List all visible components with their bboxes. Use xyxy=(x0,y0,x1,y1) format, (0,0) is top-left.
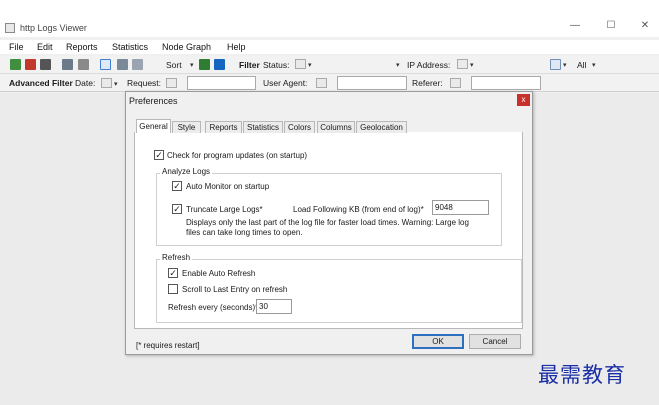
truncate-logs-checkbox[interactable]: ✓ xyxy=(172,204,182,214)
sort-dropdown-icon[interactable]: ▾ xyxy=(190,61,194,69)
close-log-icon[interactable] xyxy=(25,59,36,70)
status-filter-dropdown[interactable] xyxy=(295,59,306,69)
sort-ascending-icon[interactable] xyxy=(199,59,210,70)
date-filter-dropdown[interactable] xyxy=(101,78,112,88)
request-filter-input[interactable] xyxy=(187,76,256,90)
window-title: http Logs Viewer xyxy=(20,23,87,33)
menu-file[interactable]: File xyxy=(9,42,24,52)
scroll-last-entry-checkbox[interactable] xyxy=(168,284,178,294)
requires-restart-note: [* requires restart] xyxy=(136,341,200,350)
status-label: Status: xyxy=(263,60,290,70)
ok-button[interactable]: OK xyxy=(412,334,464,349)
menu-statistics[interactable]: Statistics xyxy=(112,42,148,52)
layout-chevron-icon[interactable]: ▾ xyxy=(563,61,567,69)
user-agent-filter-dropdown[interactable] xyxy=(316,78,327,88)
request-label: Request: xyxy=(127,78,162,88)
tab-columns[interactable]: Columns xyxy=(317,121,355,133)
tab-general[interactable]: General xyxy=(136,119,171,133)
window-close-button[interactable]: ✕ xyxy=(638,20,652,32)
tab-statistics[interactable]: Statistics xyxy=(243,121,283,133)
scroll-last-entry-label: Scroll to Last Entry on refresh xyxy=(182,285,288,294)
date-chevron-icon[interactable]: ▾ xyxy=(114,80,118,88)
maximize-button[interactable]: ☐ xyxy=(604,20,618,32)
truncate-note-line-1: Displays only the last part of the log f… xyxy=(186,218,469,227)
check-updates-label: Check for program updates (on startup) xyxy=(167,151,308,160)
sort-descending-icon[interactable] xyxy=(214,59,225,70)
menu-node-graph[interactable]: Node Graph xyxy=(162,42,211,52)
refresh-every-input[interactable]: 30 xyxy=(256,299,292,314)
referer-label: Referer: xyxy=(412,78,443,88)
enable-auto-refresh-checkbox[interactable]: ✓ xyxy=(168,268,178,278)
referer-filter-input[interactable] xyxy=(471,76,541,90)
export-icon[interactable] xyxy=(40,59,51,70)
title-bar xyxy=(0,0,659,37)
document-icon[interactable] xyxy=(132,59,143,70)
tab-reports[interactable]: Reports xyxy=(205,121,242,133)
advanced-filter-bar xyxy=(0,75,659,92)
refresh-icon[interactable] xyxy=(100,59,111,70)
truncate-logs-label: Truncate Large Logs* xyxy=(186,205,263,214)
status-value-chevron-icon[interactable]: ▾ xyxy=(396,61,400,69)
dialog-close-icon[interactable]: x xyxy=(517,94,530,106)
user-agent-filter-input[interactable] xyxy=(337,76,407,90)
menu-reports[interactable]: Reports xyxy=(66,42,98,52)
load-following-input[interactable]: 9048 xyxy=(432,200,489,215)
filter-label: Filter xyxy=(239,60,260,70)
sort-button[interactable]: Sort xyxy=(166,60,182,70)
status-chevron-icon[interactable]: ▾ xyxy=(308,61,312,69)
request-filter-dropdown[interactable] xyxy=(166,78,177,88)
referer-filter-dropdown[interactable] xyxy=(450,78,461,88)
enable-auto-refresh-label: Enable Auto Refresh xyxy=(182,269,256,278)
app-icon xyxy=(5,23,15,33)
dialog-title: Preferences xyxy=(129,96,178,106)
tools-icon[interactable] xyxy=(117,59,128,70)
tab-geolocation[interactable]: Geolocation xyxy=(356,121,407,133)
ip-chevron-icon[interactable]: ▾ xyxy=(470,61,474,69)
refresh-every-label: Refresh every (seconds)* xyxy=(168,303,259,312)
truncate-note-line-2: files can take long times to open. xyxy=(186,228,303,237)
auto-monitor-checkbox[interactable]: ✓ xyxy=(172,181,182,191)
refresh-legend: Refresh xyxy=(160,253,193,262)
user-agent-label: User Agent: xyxy=(263,78,308,88)
all-chevron-icon[interactable]: ▾ xyxy=(592,61,596,69)
open-icon[interactable] xyxy=(10,59,21,70)
menu-bar xyxy=(0,40,659,54)
tab-style[interactable]: Style xyxy=(172,121,201,133)
settings-icon[interactable] xyxy=(78,59,89,70)
layout-icon[interactable] xyxy=(550,59,561,70)
menu-help[interactable]: Help xyxy=(227,42,246,52)
auto-monitor-label: Auto Monitor on startup xyxy=(186,182,270,191)
analyze-logs-legend: Analyze Logs xyxy=(160,167,213,176)
all-dropdown[interactable]: All xyxy=(577,60,586,70)
advanced-filter-label: Advanced Filter xyxy=(9,78,73,88)
load-following-label: Load Following KB (from end of log)* xyxy=(293,205,424,214)
date-label: Date: xyxy=(75,78,96,88)
menu-edit[interactable]: Edit xyxy=(37,42,53,52)
ip-address-label: IP Address: xyxy=(407,60,451,70)
ip-filter-dropdown[interactable] xyxy=(457,59,468,69)
cancel-button[interactable]: Cancel xyxy=(469,334,521,349)
minimize-button[interactable]: — xyxy=(568,20,582,32)
find-icon[interactable] xyxy=(62,59,73,70)
check-updates-checkbox[interactable]: ✓ xyxy=(154,150,164,160)
watermark-text: 最需教育 xyxy=(538,363,626,387)
tab-colors[interactable]: Colors xyxy=(284,121,315,133)
